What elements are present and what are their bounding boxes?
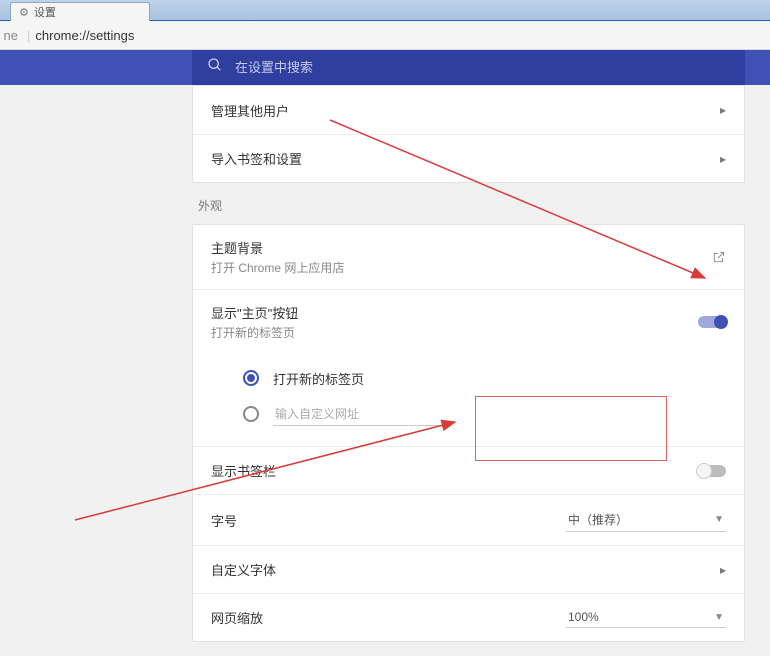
settings-search-input[interactable] — [235, 60, 730, 75]
appearance-section-label: 外观 — [198, 197, 745, 214]
tab-title: 设置 — [34, 4, 56, 20]
users-card: 管理其他用户 ▸ 导入书签和设置 ▸ — [192, 85, 745, 183]
browser-tab-settings[interactable]: ⚙ 设置 — [10, 2, 150, 21]
address-url: chrome://settings — [35, 28, 134, 43]
theme-sub: 打开 Chrome 网上应用店 — [211, 259, 344, 276]
show-home-button-toggle[interactable] — [698, 316, 726, 328]
theme-row[interactable]: 主题背景 打开 Chrome 网上应用店 — [193, 225, 744, 289]
chevron-down-icon: ▼ — [714, 514, 724, 525]
manage-other-users-row[interactable]: 管理其他用户 ▸ — [193, 86, 744, 134]
radio-new-tab[interactable] — [243, 370, 259, 386]
import-bookmarks-row[interactable]: 导入书签和设置 ▸ — [193, 134, 744, 182]
chevron-right-icon: ▸ — [720, 563, 726, 577]
chevron-right-icon: ▸ — [720, 152, 726, 166]
address-bar[interactable]: ne | chrome://settings — [0, 21, 770, 50]
appearance-card: 主题背景 打开 Chrome 网上应用店 显示"主页"按钮 打开新的标签页 打开… — [192, 224, 745, 642]
search-icon — [207, 57, 223, 78]
page-zoom-row: 网页缩放 100% ▼ — [193, 593, 744, 641]
custom-url-input[interactable] — [273, 403, 443, 426]
custom-fonts-label: 自定义字体 — [211, 560, 276, 579]
radio-custom-url-row[interactable] — [243, 396, 726, 432]
chevron-right-icon: ▸ — [720, 103, 726, 117]
page-zoom-value: 100% — [568, 610, 599, 624]
custom-fonts-row[interactable]: 自定义字体 ▸ — [193, 545, 744, 593]
home-button-radio-group: 打开新的标签页 — [193, 354, 744, 446]
radio-custom-url[interactable] — [243, 406, 259, 422]
font-size-row: 字号 中（推荐） ▼ — [193, 494, 744, 545]
import-bookmarks-label: 导入书签和设置 — [211, 149, 302, 168]
page-zoom-dropdown[interactable]: 100% ▼ — [566, 607, 726, 628]
address-sep: | — [27, 28, 30, 43]
gear-icon: ⚙ — [19, 6, 29, 19]
show-home-button-sub: 打开新的标签页 — [211, 324, 298, 341]
radio-new-tab-row[interactable]: 打开新的标签页 — [243, 360, 726, 396]
manage-other-users-label: 管理其他用户 — [211, 101, 289, 120]
font-size-value: 中（推荐） — [568, 511, 628, 528]
show-home-button-title: 显示"主页"按钮 — [211, 303, 298, 322]
chevron-down-icon: ▼ — [714, 612, 724, 623]
theme-title: 主题背景 — [211, 238, 344, 257]
open-external-icon — [712, 250, 726, 264]
font-size-label: 字号 — [211, 511, 237, 530]
settings-search[interactable] — [192, 50, 745, 85]
radio-new-tab-label: 打开新的标签页 — [273, 369, 364, 388]
font-size-dropdown[interactable]: 中（推荐） ▼ — [566, 508, 726, 532]
page-zoom-label: 网页缩放 — [211, 608, 263, 627]
show-home-button-row: 显示"主页"按钮 打开新的标签页 — [193, 289, 744, 354]
browser-tab-bar: ⚙ 设置 — [0, 0, 770, 21]
show-bookmarks-bar-label: 显示书签栏 — [211, 461, 276, 480]
show-bookmarks-bar-row: 显示书签栏 — [193, 446, 744, 494]
settings-content: 管理其他用户 ▸ 导入书签和设置 ▸ 外观 主题背景 打开 Chrome 网上应… — [192, 85, 745, 656]
address-prefix: ne — [0, 28, 22, 43]
show-bookmarks-bar-toggle[interactable] — [698, 465, 726, 477]
